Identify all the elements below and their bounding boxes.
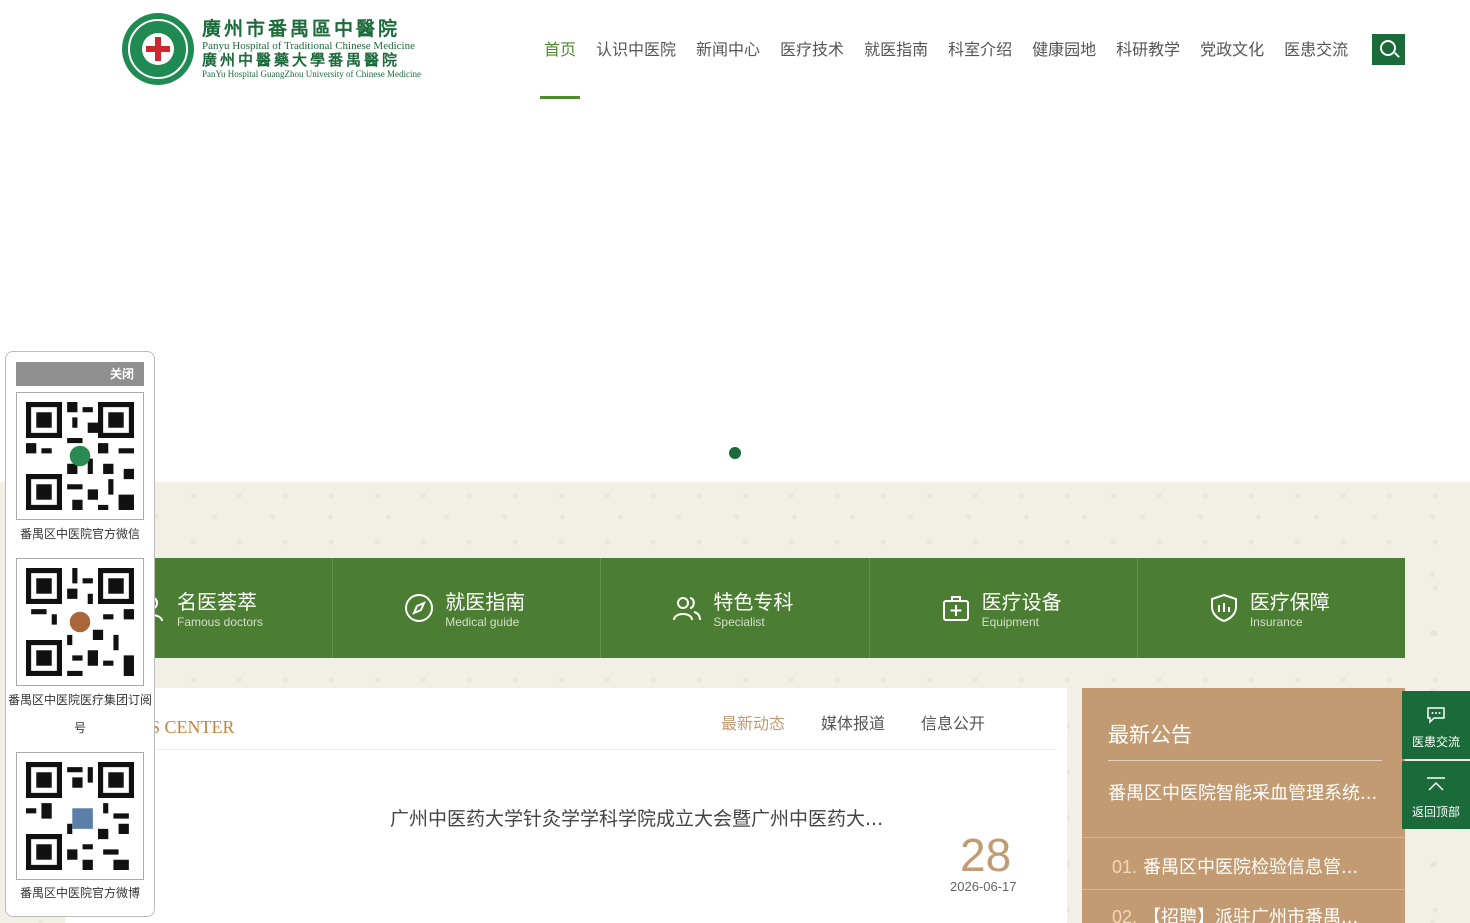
tab-latest[interactable]: 最新动态 (721, 710, 785, 734)
quicklinks-bar: 名医荟萃 Famous doctors 就医指南 Medical guide 特… (65, 558, 1405, 658)
site-header: 廣州市番禺區中醫院 Panyu Hospital of Traditional … (0, 0, 1470, 100)
quicklink-subtitle: Insurance (1249, 615, 1303, 629)
divider (1108, 760, 1382, 761)
medkit-icon (942, 596, 969, 621)
qr-code-icon (26, 402, 134, 510)
quicklink-title: 特色专科 (713, 590, 794, 614)
chat-icon (1427, 707, 1445, 724)
qr-code-icon (26, 568, 134, 676)
page: 廣州市番禺區中醫院 Panyu Hospital of Traditional … (0, 0, 1470, 923)
notice-item-number: 02. (1112, 907, 1138, 923)
news-headline[interactable]: 广州中医药大学针灸学学科学院成立大会暨广州中医药大... (390, 804, 883, 831)
logo-university-cn: 廣州中醫藥大學番禺醫院 (202, 51, 401, 69)
quicklink-subtitle: Equipment (981, 615, 1039, 629)
quicklink-guide[interactable]: 就医指南 Medical guide (333, 558, 602, 658)
main-nav: 首页 认识中医院 新闻中心 医疗技术 就医指南 科室介绍 健康园地 科研教学 党… (534, 38, 1358, 62)
qr-code-subscription (16, 558, 144, 686)
nav-item-exchange[interactable]: 医患交流 (1274, 38, 1358, 62)
qr-caption-weibo: 番禺区中医院官方微博 (19, 886, 140, 900)
news-date: 2026-06-17 (950, 879, 1017, 894)
hero-banner (0, 100, 1470, 482)
patient-exchange-button[interactable]: 医患交流 (1402, 691, 1470, 759)
quicklink-title: 医疗保障 (1249, 590, 1330, 614)
notice-board: 最新公告 番禺区中医院智能采血管理系统... 01. 番禺区中医院检验信息管...… (1082, 688, 1405, 923)
quicklink-specialist[interactable]: 特色专科 Specialist (601, 558, 870, 658)
notice-item-text: 番禺区中医院检验信息管... (1143, 857, 1359, 878)
news-day: 28 (960, 829, 1012, 881)
nav-item-medical-tech[interactable]: 医疗技术 (770, 38, 854, 62)
back-to-top-label: 返回顶部 (1411, 805, 1460, 819)
quicklink-insurance[interactable]: 医疗保障 Insurance (1138, 558, 1405, 658)
tab-media[interactable]: 媒体报道 (821, 710, 885, 734)
quicklink-equipment[interactable]: 医疗设备 Equipment (870, 558, 1138, 658)
quicklink-subtitle: Famous doctors (177, 615, 264, 629)
nav-active-indicator (540, 96, 580, 99)
news-center: 中心NEWS CENTER 最新动态 媒体报道 信息公开 广州中医药大学针灸学学… (65, 688, 1067, 923)
logo-name-cn: 廣州市番禺區中醫院 (202, 18, 401, 40)
divider (1082, 837, 1405, 838)
close-button[interactable]: 关闭 (16, 362, 144, 386)
nav-item-research[interactable]: 科研教学 (1106, 38, 1190, 62)
arrow-up-icon (1427, 777, 1445, 791)
nav-item-departments[interactable]: 科室介绍 (938, 38, 1022, 62)
compass-icon (405, 594, 434, 622)
quicklink-title: 医疗设备 (981, 590, 1062, 614)
notice-title: 最新公告 (1108, 723, 1192, 747)
nav-item-guide[interactable]: 就医指南 (854, 38, 938, 62)
quicklink-subtitle: Medical guide (445, 615, 520, 629)
logo-university-en: PanYu Hospital GuangZhou University of C… (202, 69, 421, 79)
quicklink-title: 名医荟萃 (177, 590, 257, 614)
back-to-top-button[interactable]: 返回顶部 (1402, 761, 1470, 829)
notice-list-item[interactable]: 01. 番禺区中医院检验信息管... (1112, 853, 1387, 879)
divider (1082, 889, 1405, 890)
users-icon (673, 597, 702, 621)
quicklink-subtitle: Specialist (713, 615, 765, 629)
hospital-emblem-icon (122, 13, 194, 85)
qr-code-weibo (16, 752, 144, 880)
qr-caption-wechat: 番禺区中医院官方微信 (19, 527, 140, 541)
qr-code-icon (26, 762, 134, 870)
notice-item-text: 【招聘】派驻广州市番禺... (1143, 907, 1359, 923)
news-tabs: 最新动态 媒体报道 信息公开 (721, 710, 1021, 734)
notice-list-item[interactable]: 02. 【招聘】派驻广州市番禺... (1112, 903, 1387, 923)
tab-disclosure[interactable]: 信息公开 (921, 710, 985, 734)
quicklink-title: 就医指南 (445, 590, 526, 614)
search-button[interactable] (1372, 34, 1405, 65)
notice-featured-item[interactable]: 番禺区中医院智能采血管理系统... (1108, 779, 1382, 805)
nav-item-home[interactable]: 首页 (534, 38, 586, 62)
divider (65, 749, 1057, 750)
nav-item-health[interactable]: 健康园地 (1022, 38, 1106, 62)
nav-item-culture[interactable]: 党政文化 (1190, 38, 1274, 62)
nav-item-news[interactable]: 新闻中心 (686, 38, 770, 62)
qr-code-panel: 关闭 番禺区中医院官方微信 番禺区中医院医疗集团订阅号 番禺区中医院官方微博 (5, 351, 155, 917)
notice-item-number: 01. (1112, 857, 1138, 877)
qr-code-wechat (16, 392, 144, 520)
hospital-logo[interactable]: 廣州市番禺區中醫院 Panyu Hospital of Traditional … (122, 13, 421, 85)
qr-caption-subscription: 番禺区中医院医疗集团订阅号 (7, 693, 152, 735)
patient-exchange-label: 医患交流 (1411, 735, 1460, 749)
nav-item-about[interactable]: 认识中医院 (586, 38, 686, 62)
carousel-dot[interactable] (729, 447, 741, 459)
shield-icon (1210, 593, 1237, 623)
logo-text: 廣州市番禺區中醫院 Panyu Hospital of Traditional … (202, 18, 421, 80)
